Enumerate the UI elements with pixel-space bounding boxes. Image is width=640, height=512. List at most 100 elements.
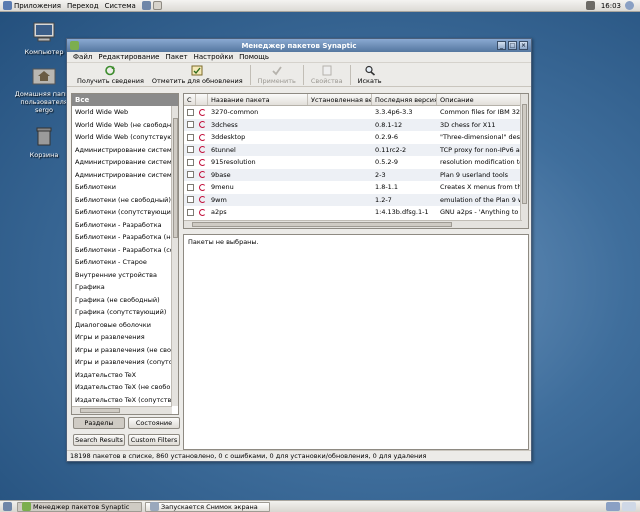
section-item[interactable]: World Wide Web (не свободный) xyxy=(72,119,172,132)
custom-filters-button[interactable]: Custom Filters xyxy=(128,434,180,446)
section-item[interactable]: World Wide Web (сопутствующий) xyxy=(72,131,172,144)
menu-package[interactable]: Пакет xyxy=(162,53,190,61)
package-row[interactable]: 9base 2-3 Plan 9 userland tools xyxy=(184,168,528,181)
sections-filter-button[interactable]: Разделы xyxy=(73,417,125,429)
column-support[interactable] xyxy=(196,94,208,105)
show-desktop-icon[interactable] xyxy=(3,502,12,511)
close-button[interactable]: × xyxy=(519,41,528,50)
scroll-thumb[interactable] xyxy=(80,408,120,413)
task-screenshot-label: Запускается Снимок экрана xyxy=(161,502,258,511)
workspace-switcher-icon[interactable] xyxy=(606,502,620,511)
package-row[interactable]: a2ps 1:4.13b.dfsg.1-1 GNU a2ps - 'Anything… xyxy=(184,206,528,219)
search-label: Искать xyxy=(357,76,382,85)
toolbar-separator xyxy=(302,64,304,85)
section-item[interactable]: Администрирование системы xyxy=(72,144,172,157)
package-row[interactable]: 9menu 1.8-1.1 Creates X menus from the xyxy=(184,181,528,194)
sections-vscrollbar[interactable] xyxy=(171,106,178,406)
desktop-icon-home[interactable]: Домашняя папка пользователя sergo xyxy=(14,64,74,114)
package-row[interactable]: 3ddesktop 0.2.9-6 "Three-dimensional" desk xyxy=(184,131,528,144)
package-checkbox[interactable] xyxy=(187,133,194,141)
properties-button[interactable]: Свойства xyxy=(307,65,347,85)
window-title: Менеджер пакетов Synaptic xyxy=(241,41,357,50)
section-item[interactable]: Библиотеки - Разработка xyxy=(72,219,172,232)
desktop-icon-trash[interactable]: Корзина xyxy=(14,125,74,159)
section-item[interactable]: Графика xyxy=(72,281,172,294)
section-item[interactable]: Библиотеки - Разработка (не xyxy=(72,231,172,244)
menu-system[interactable]: Система xyxy=(102,0,139,12)
section-item[interactable]: Библиотеки - Разработка (со xyxy=(72,244,172,257)
section-item[interactable]: Внутренние устройства xyxy=(72,269,172,282)
menu-file[interactable]: Файл xyxy=(70,53,95,61)
task-screenshot[interactable]: Запускается Снимок экрана xyxy=(145,501,270,512)
task-synaptic[interactable]: Менеджер пакетов Synaptic xyxy=(17,501,142,512)
section-item[interactable]: Библиотеки (сопутствующий) xyxy=(72,206,172,219)
section-item[interactable]: Издательство TeX (сопутству xyxy=(72,394,172,407)
search-button[interactable]: Искать xyxy=(354,65,386,85)
package-checkbox[interactable] xyxy=(187,158,194,166)
package-hscrollbar[interactable] xyxy=(184,220,522,228)
scroll-thumb[interactable] xyxy=(173,118,178,238)
column-status[interactable]: С xyxy=(184,94,196,105)
minimize-button[interactable]: _ xyxy=(497,41,506,50)
column-installed-version[interactable]: Установленная версия xyxy=(308,94,372,105)
task-synaptic-label: Менеджер пакетов Synaptic xyxy=(33,502,130,511)
column-description[interactable]: Описание xyxy=(437,94,522,105)
section-item[interactable]: Администрирование системы xyxy=(72,169,172,182)
reload-button[interactable]: Получить сведения xyxy=(73,65,148,85)
section-item[interactable]: World Wide Web xyxy=(72,106,172,119)
search-results-button[interactable]: Search Results xyxy=(73,434,125,446)
package-row[interactable]: 3dchess 0.8.1-12 3D chess for X11 xyxy=(184,118,528,131)
menu-edit[interactable]: Редактирование xyxy=(95,53,162,61)
section-item[interactable]: Игры и развлечения xyxy=(72,331,172,344)
column-name[interactable]: Название пакета xyxy=(208,94,308,105)
package-checkbox[interactable] xyxy=(187,121,194,129)
package-checkbox[interactable] xyxy=(187,196,194,204)
clock[interactable]: 16:03 xyxy=(601,2,621,10)
volume-icon[interactable] xyxy=(585,1,595,10)
sections-hscrollbar[interactable] xyxy=(72,406,172,414)
sections-list: World Wide Web World Wide Web (не свободн… xyxy=(72,106,172,406)
package-row[interactable]: 3270-common 3.3.4p6-3.3 Common files for I… xyxy=(184,106,528,119)
section-item[interactable]: Библиотеки - Старое xyxy=(72,256,172,269)
synaptic-app-icon xyxy=(70,41,79,50)
section-item[interactable]: Игры и развлечения (не своб xyxy=(72,344,172,357)
mark-upgrades-button[interactable]: Отметить для обновления xyxy=(148,65,247,85)
section-item[interactable]: Библиотеки (не свободный) xyxy=(72,194,172,207)
desktop-icon-computer[interactable]: Компьютер xyxy=(14,22,74,56)
menu-settings[interactable]: Настройки xyxy=(191,53,237,61)
section-item[interactable]: Издательство TeX xyxy=(72,369,172,382)
mail-launcher-icon[interactable] xyxy=(152,1,162,10)
package-name-cell: 9menu xyxy=(211,183,234,192)
scroll-thumb[interactable] xyxy=(192,222,452,227)
apply-button[interactable]: Применить xyxy=(254,65,300,85)
workspace-switcher-icon[interactable] xyxy=(622,502,636,511)
section-item[interactable]: Библиотеки xyxy=(72,181,172,194)
package-checkbox[interactable] xyxy=(187,171,194,179)
package-checkbox[interactable] xyxy=(187,183,194,191)
package-checkbox[interactable] xyxy=(187,208,194,216)
section-item[interactable]: Игры и развлечения (сопутст xyxy=(72,356,172,369)
scroll-thumb[interactable] xyxy=(522,104,527,204)
section-item[interactable]: Графика (сопутствующий) xyxy=(72,306,172,319)
section-item[interactable]: Диалоговые оболочки xyxy=(72,319,172,332)
column-latest-version[interactable]: Последняя версия xyxy=(372,94,437,105)
browser-launcher-icon[interactable] xyxy=(141,1,151,10)
menu-help[interactable]: Помощь xyxy=(236,53,272,61)
maximize-button[interactable]: □ xyxy=(508,41,517,50)
section-item[interactable]: Графика (не свободный) xyxy=(72,294,172,307)
package-row[interactable]: 915resolution 0.5.2-9 resolution modificat… xyxy=(184,156,528,169)
menu-applications[interactable]: Приложения xyxy=(0,0,64,12)
menu-places[interactable]: Переход xyxy=(64,0,102,12)
package-row[interactable]: 6tunnel 0.11rc2-2 TCP proxy for non-IPv6 a… xyxy=(184,143,528,156)
section-item[interactable]: Администрирование системы xyxy=(72,156,172,169)
home-folder-icon xyxy=(32,68,56,85)
package-checkbox[interactable] xyxy=(187,146,194,154)
section-item[interactable]: Издательство TeX (не свобо xyxy=(72,381,172,394)
package-row[interactable]: 9wm 1.2-7 emulation of the Plan 9 w xyxy=(184,193,528,206)
window-titlebar[interactable]: Менеджер пакетов Synaptic _ □ × xyxy=(67,39,531,52)
sections-header[interactable]: Все xyxy=(72,94,178,106)
package-vscrollbar[interactable] xyxy=(520,94,528,228)
status-filter-button[interactable]: Состояние xyxy=(128,417,180,429)
power-icon[interactable] xyxy=(625,1,634,10)
package-checkbox[interactable] xyxy=(187,108,194,116)
